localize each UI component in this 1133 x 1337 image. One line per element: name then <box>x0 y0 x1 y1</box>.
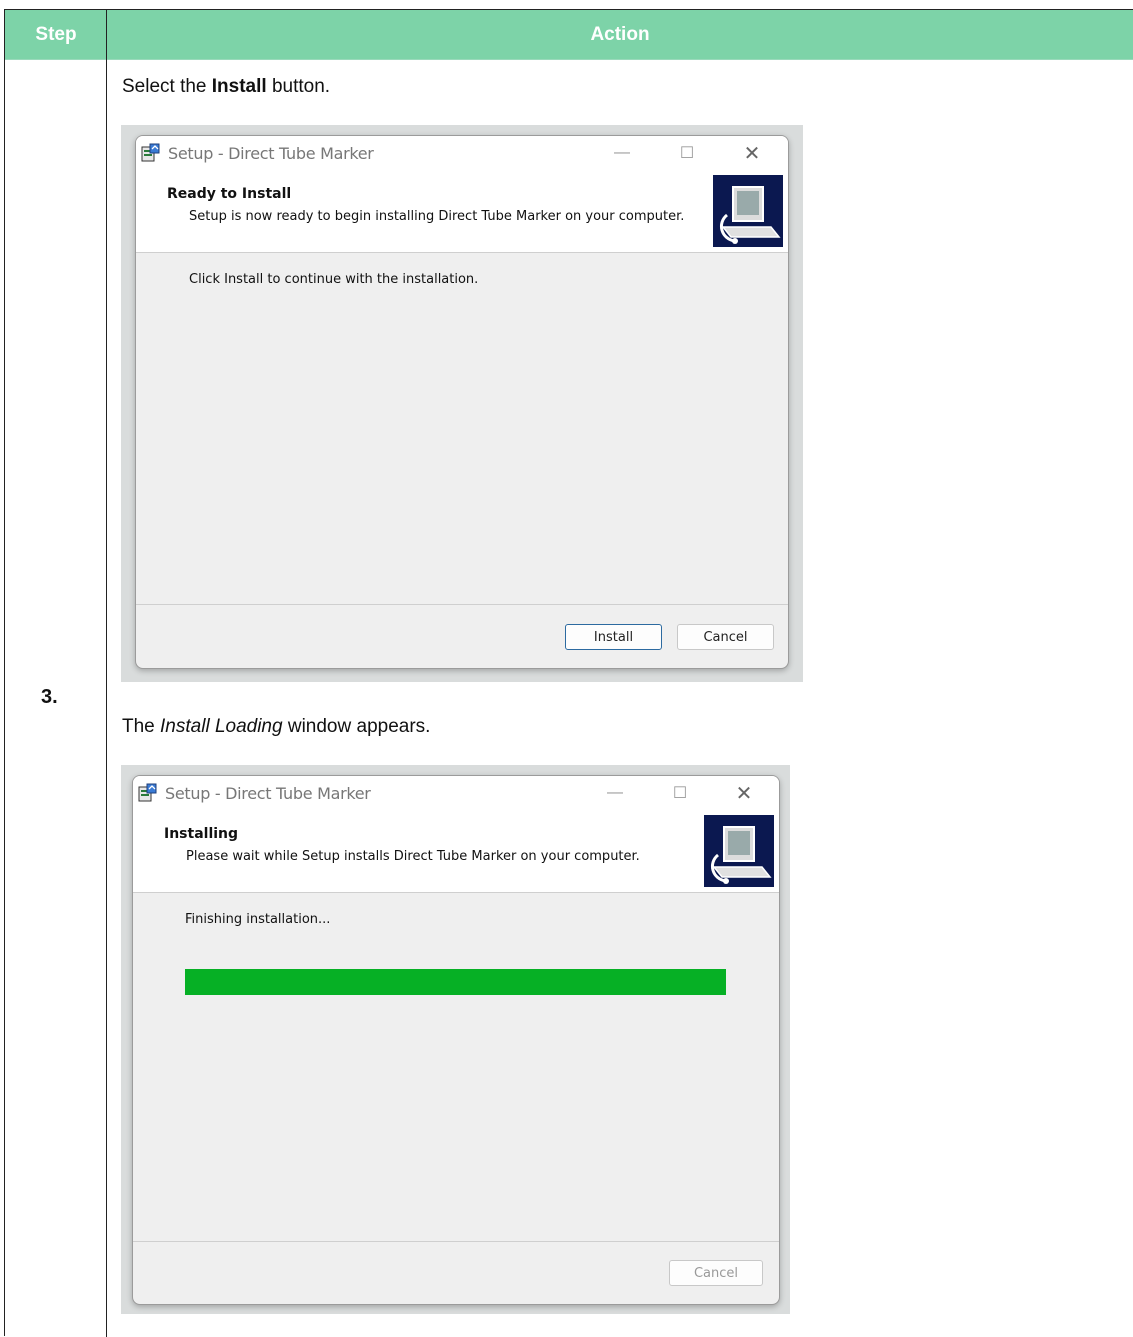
title-bar: Setup - Direct Tube Marker — ☐ ✕ <box>133 776 779 810</box>
dialog-body-text: Click Install to continue with the insta… <box>189 272 479 287</box>
header-divider <box>5 59 1133 60</box>
status-text: Finishing installation... <box>185 912 331 927</box>
cancel-button[interactable]: Cancel <box>677 624 774 650</box>
instruction-text: The <box>122 716 161 737</box>
setup-app-icon <box>141 143 160 162</box>
setup-app-icon <box>138 783 157 802</box>
header-action: Action <box>590 23 650 45</box>
instruction-text: Select the <box>122 76 212 97</box>
window-title: Setup - Direct Tube Marker <box>168 144 374 163</box>
progress-fill <box>185 969 726 995</box>
computer-install-icon <box>713 175 783 247</box>
footer-divider <box>136 604 788 605</box>
computer-install-icon <box>704 815 774 887</box>
close-icon[interactable]: ✕ <box>729 780 759 806</box>
instruction-select-install: Select the Install button. <box>122 76 330 98</box>
setup-dialog-ready: Setup - Direct Tube Marker — ☐ ✕ Ready t… <box>135 135 789 669</box>
maximize-icon[interactable]: ☐ <box>672 140 702 166</box>
footer-divider <box>133 1241 779 1242</box>
instruction-bold: Install <box>211 76 267 97</box>
column-divider <box>106 10 107 1337</box>
banner-subheading: Please wait while Setup installs Direct … <box>186 849 640 864</box>
setup-dialog-installing: Setup - Direct Tube Marker — ☐ ✕ Install… <box>132 775 780 1305</box>
instruction-text: button. <box>266 76 331 97</box>
step-number: 3. <box>41 686 58 708</box>
minimize-icon[interactable]: — <box>607 140 637 166</box>
instruction-italic: Install Loading <box>160 716 283 737</box>
instruction-install-loading: The Install Loading window appears. <box>122 716 430 738</box>
screenshot-installing: Setup - Direct Tube Marker — ☐ ✕ Install… <box>121 765 790 1314</box>
maximize-icon[interactable]: ☐ <box>665 780 695 806</box>
banner-subheading: Setup is now ready to begin installing D… <box>189 209 685 224</box>
dialog-banner: Ready to Install Setup is now ready to b… <box>136 170 788 253</box>
window-title: Setup - Direct Tube Marker <box>165 784 371 803</box>
close-icon[interactable]: ✕ <box>737 140 767 166</box>
header-step: Step <box>35 23 77 45</box>
dialog-banner: Installing Please wait while Setup insta… <box>133 810 779 893</box>
table-header: Step Action <box>5 10 1133 59</box>
title-bar: Setup - Direct Tube Marker — ☐ ✕ <box>136 136 788 170</box>
banner-heading: Ready to Install <box>167 186 292 202</box>
cancel-button[interactable]: Cancel <box>669 1260 763 1286</box>
banner-heading: Installing <box>164 826 239 842</box>
progress-bar <box>185 969 726 995</box>
minimize-icon[interactable]: — <box>600 780 630 806</box>
screenshot-ready-to-install: Setup - Direct Tube Marker — ☐ ✕ Ready t… <box>121 125 803 682</box>
install-button[interactable]: Install <box>565 624 662 650</box>
instruction-text: window appears. <box>282 716 431 737</box>
